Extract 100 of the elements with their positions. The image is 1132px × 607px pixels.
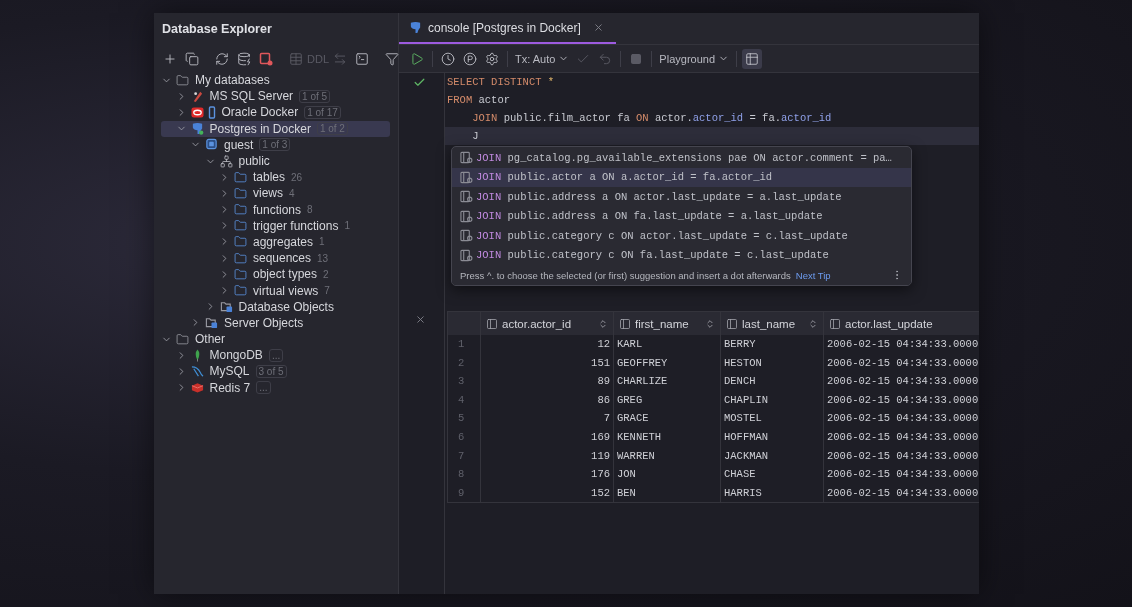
- item-count: 4: [289, 187, 295, 199]
- item-count: 1: [344, 220, 350, 232]
- tree-item[interactable]: MS SQL Server 1 of 5: [161, 88, 390, 105]
- sort-icon[interactable]: [598, 318, 608, 329]
- suggestion-item[interactable]: JOIN public.actor a ON a.actor_id = fa.actor_id: [452, 167, 911, 187]
- tree-item[interactable]: public: [161, 152, 390, 170]
- tree-item-label: public: [238, 154, 270, 169]
- folder-icon: [234, 219, 247, 233]
- tree-item[interactable]: Redis 7 ...: [161, 379, 390, 396]
- tree-item[interactable]: Oracle Docker 1 of 17: [161, 104, 390, 121]
- count-badge: 3 of 5: [255, 364, 287, 378]
- folder-icon: [234, 284, 247, 298]
- tree-item[interactable]: MongoDB ...: [161, 347, 390, 364]
- folder-icon: [234, 235, 247, 249]
- table-cell: 12: [481, 335, 614, 354]
- code-line: SELECT DISTINCT *: [446, 75, 556, 90]
- suggestion-item[interactable]: JOIN public.category c ON actor.last_update = c.last_update: [452, 226, 911, 246]
- suggestion-item[interactable]: JOIN public.address a ON fa.last_update = a.last_update: [452, 206, 911, 226]
- tree-item[interactable]: My databases: [161, 72, 390, 89]
- filter-icon: [385, 51, 399, 66]
- item-count: 1: [319, 236, 325, 248]
- play-icon: [410, 51, 424, 66]
- tree-item[interactable]: Other: [161, 331, 390, 348]
- terminal-icon: [355, 51, 369, 66]
- tree-item-label: Server Objects: [224, 315, 304, 330]
- sort-icon[interactable]: [705, 318, 715, 329]
- column-name: first_name: [635, 317, 690, 330]
- column-icon: [829, 317, 841, 330]
- tree-item[interactable]: tables 26: [161, 169, 390, 186]
- table-cell: GRACE: [614, 409, 721, 428]
- table-cell: KARL: [614, 335, 721, 354]
- table-cell: 7: [481, 409, 614, 428]
- folder-icon: [234, 170, 247, 184]
- tree-item[interactable]: guest 1 of 3: [161, 136, 390, 153]
- table-join-icon: [460, 229, 473, 243]
- tree-item-label: trigger functions: [253, 218, 339, 233]
- suggestion-item[interactable]: JOIN public.address a ON actor.last_update = a.last_update: [452, 187, 911, 207]
- tree-item[interactable]: object types 2: [161, 266, 390, 283]
- stop-icon: [630, 52, 643, 65]
- tree-item[interactable]: virtual views 7: [161, 282, 390, 299]
- p-circle-icon: [463, 51, 477, 66]
- column-icon: [619, 317, 631, 330]
- tree-item[interactable]: trigger functions 1: [161, 217, 390, 234]
- arrows-icon: [333, 51, 347, 66]
- suggestion-text: JOIN public.actor a ON a.actor_id = fa.actor_id: [476, 171, 773, 184]
- tree-item-label: MySQL: [209, 364, 250, 379]
- count-badge: 1 of 5: [299, 89, 331, 103]
- dropdown-button[interactable]: Playground: [657, 48, 731, 69]
- sort-icon[interactable]: [808, 318, 818, 329]
- tree-item[interactable]: views 4: [161, 185, 390, 202]
- table-cell: CHASE: [721, 465, 824, 484]
- count-badge: 1 of 3: [259, 138, 291, 152]
- tree-item-label: tables: [253, 170, 286, 185]
- table-cell: 176: [481, 465, 614, 484]
- table-icon: [289, 51, 303, 66]
- folder-icon: [234, 186, 247, 200]
- tree-item[interactable]: sequences 13: [161, 250, 390, 267]
- table-join-icon: [460, 190, 473, 204]
- folder-icon: [205, 316, 218, 330]
- code-line: FROM actor: [446, 93, 512, 108]
- item-count: 8: [307, 204, 313, 216]
- tree-item-label: views: [253, 186, 283, 201]
- table-join-icon: [460, 170, 473, 184]
- column-header[interactable]: actor.actor_id: [481, 312, 614, 335]
- tab-label: console [Postgres in Docker]: [428, 20, 581, 35]
- column-name: actor.actor_id: [502, 317, 573, 330]
- table-cell: CHAPLIN: [721, 390, 824, 410]
- table-button[interactable]: [742, 48, 762, 69]
- tree-item[interactable]: Server Objects: [161, 314, 390, 331]
- tree-item[interactable]: aggregates 1: [161, 233, 390, 251]
- folder-icon: [234, 267, 247, 281]
- close-icon[interactable]: [592, 22, 604, 33]
- undo-icon: [598, 51, 613, 66]
- table-icon: [745, 51, 759, 66]
- device-icon: [207, 105, 216, 119]
- tree-item-label: aggregates: [253, 234, 314, 249]
- item-count: 7: [324, 285, 330, 297]
- next-tip-link[interactable]: Next Tip: [795, 269, 831, 281]
- tree-item[interactable]: functions 8: [161, 201, 390, 218]
- column-icon: [726, 317, 738, 330]
- column-header[interactable]: first_name: [614, 312, 721, 335]
- table-cell: 2006-02-15 04:34:33.0000: [824, 390, 979, 410]
- table-join-icon: [460, 248, 473, 262]
- column-name: actor.last_update: [845, 317, 934, 330]
- column-header[interactable]: last_name: [721, 312, 824, 335]
- column-header[interactable]: actor.last_update: [824, 312, 979, 335]
- table-cell: 2006-02-15 04:34:33.0000: [824, 353, 979, 373]
- table-join-icon: [460, 151, 473, 165]
- tree-item[interactable]: MySQL 3 of 5: [161, 363, 390, 380]
- hint-text: Press ^. to choose the selected (or first) suggestion and insert a dot afterwards: [460, 269, 791, 281]
- suggestion-item[interactable]: JOIN pg_catalog.pg_available_extensions pae ON actor.comment = pa…: [452, 148, 911, 168]
- close-icon[interactable]: [415, 314, 426, 325]
- count-badge: ...: [256, 381, 271, 395]
- dropdown-button[interactable]: Tx: Auto: [513, 48, 572, 69]
- tree-item[interactable]: Database Objects: [161, 298, 390, 315]
- suggestion-item[interactable]: JOIN public.category c ON fa.last_update = c.last_update: [452, 245, 911, 265]
- tree-item-label: Other: [195, 332, 225, 347]
- suggestion-text: JOIN public.category c ON fa.last_update = c.last_update: [476, 249, 829, 262]
- tree-item-label: Database Objects: [238, 299, 334, 314]
- table-cell: 89: [481, 372, 614, 391]
